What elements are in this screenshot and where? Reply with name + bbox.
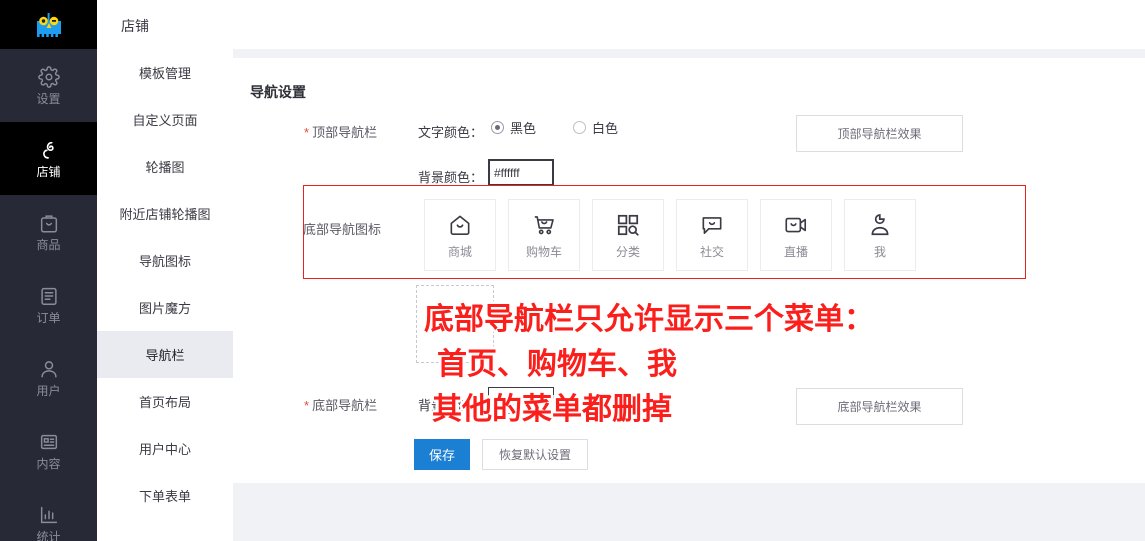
bottom-icons-row-label: 底部导航图标	[303, 222, 382, 237]
top-header: 店铺	[97, 0, 1145, 49]
sidebar-item-label: 统计	[36, 530, 61, 541]
settings-card: 导航设置 * 顶部导航栏 文字颜色： 黑色 白色 背景颜色： #ffffff 顶…	[233, 58, 1145, 483]
submenu-item-label: 首页布局	[138, 395, 191, 410]
radio-label: 白色	[592, 121, 619, 136]
submenu-item-label: 用户中心	[138, 442, 191, 457]
text-color-radio-group: 黑色 白色	[491, 118, 618, 137]
submenu-item-template-management[interactable]: 模板管理	[97, 49, 233, 96]
radio-white[interactable]: 白色	[573, 118, 618, 137]
submenu-item-nearby-shop-carousel[interactable]: 附近店铺轮播图	[97, 190, 233, 237]
icon-tile-live[interactable]: 直播	[760, 199, 832, 271]
sidebar-item-shop[interactable]: 店铺	[0, 122, 97, 195]
sidebar-item-label: 内容	[36, 457, 61, 471]
bottom-bg-color-input[interactable]	[488, 387, 554, 414]
app-logo[interactable]	[0, 0, 97, 49]
radio-label: 黑色	[510, 121, 537, 136]
bottom-nav-row-label: * 底部导航栏	[304, 398, 378, 413]
icon-tile-label: 分类	[615, 245, 640, 259]
submenu-item-image-cube[interactable]: 图片魔方	[97, 284, 233, 331]
icon-tile-category[interactable]: 分类	[592, 199, 664, 271]
top-bg-color-label: 背景颜色：	[418, 170, 484, 185]
clipboard-icon	[38, 285, 60, 307]
required-asterisk: *	[304, 398, 310, 413]
page-title: 店铺	[121, 18, 149, 34]
sidebar-item-content[interactable]: 内容	[0, 414, 97, 487]
bottom-icon-tiles: 商城 购物车 分类 社交 直播 我	[424, 199, 916, 271]
primary-sidebar: 设置 店铺 商品 订单 用户 内容 统计	[0, 0, 97, 541]
category-grid-icon	[617, 214, 639, 236]
submenu-item-label: 自定义页面	[132, 113, 198, 128]
user-icon	[38, 358, 60, 380]
submenu-item-label: 下单表单	[138, 489, 191, 504]
chat-bubble-icon	[702, 217, 722, 234]
owl-mascot-logo-icon	[36, 12, 61, 37]
radio-dot-icon	[573, 121, 587, 134]
submenu-item-carousel[interactable]: 轮播图	[97, 143, 233, 190]
icon-tile-label: 我	[873, 245, 886, 259]
submenu-item-nav-bar[interactable]: 导航栏	[97, 331, 233, 378]
icon-tile-label: 商城	[447, 245, 472, 259]
icon-tile-me[interactable]: 我	[844, 199, 916, 271]
submenu-item-label: 轮播图	[145, 160, 185, 175]
submenu-item-label: 模板管理	[138, 66, 191, 81]
article-icon	[38, 431, 60, 453]
sidebar-item-label: 设置	[36, 92, 61, 106]
secondary-sidebar: 模板管理 自定义页面 轮播图 附近店铺轮播图 导航图标 图片魔方 导航栏 首页布…	[97, 0, 233, 541]
gear-icon	[37, 66, 60, 88]
bottom-bg-color-label: 背景颜色：	[418, 398, 484, 413]
sidebar-item-settings[interactable]: 设置	[0, 49, 97, 122]
top-bg-color-input[interactable]	[488, 159, 554, 186]
top-nav-preview-button[interactable]: 顶部导航栏效果	[796, 115, 963, 152]
submenu-item-order-form[interactable]: 下单表单	[97, 472, 233, 519]
save-button[interactable]: 保存	[414, 439, 470, 470]
icon-tile-label: 直播	[783, 245, 808, 259]
submenu-item-custom-page[interactable]: 自定义页面	[97, 96, 233, 143]
app-root: 设置 店铺 商品 订单 用户 内容 统计 模板管理 自定义页面 轮播图 附近店铺…	[0, 0, 1145, 541]
shop-note-icon	[38, 139, 60, 161]
home-icon	[450, 215, 470, 236]
text-color-label: 文字颜色：	[418, 125, 484, 140]
bottom-nav-preview-button[interactable]: 底部导航栏效果	[796, 388, 963, 425]
submenu-item-home-layout[interactable]: 首页布局	[97, 378, 233, 425]
bag-icon	[38, 212, 60, 234]
sidebar-item-label: 订单	[36, 311, 61, 325]
icon-tile-cart[interactable]: 购物车	[508, 199, 580, 271]
sidebar-item-orders[interactable]: 订单	[0, 268, 97, 341]
video-camera-icon	[785, 217, 807, 233]
bar-chart-icon	[38, 504, 60, 526]
radio-dot-icon	[491, 121, 504, 134]
card-title: 导航设置	[250, 84, 306, 100]
radio-black[interactable]: 黑色	[491, 118, 536, 137]
icon-tile-label: 社交	[699, 245, 724, 259]
submenu-item-user-center[interactable]: 用户中心	[97, 425, 233, 472]
submenu-item-nav-icons[interactable]: 导航图标	[97, 237, 233, 284]
sidebar-item-products[interactable]: 商品	[0, 195, 97, 268]
submenu-item-label: 图片魔方	[138, 301, 191, 316]
sidebar-item-label: 店铺	[36, 165, 61, 179]
sidebar-item-statistics[interactable]: 统计	[0, 487, 97, 541]
top-nav-row-label: * 顶部导航栏	[304, 125, 378, 140]
person-icon	[871, 214, 889, 236]
submenu-item-label: 导航栏	[145, 348, 185, 363]
add-menu-placeholder[interactable]	[416, 285, 494, 363]
icon-tile-mall[interactable]: 商城	[424, 199, 496, 271]
reset-defaults-button[interactable]: 恢复默认设置	[482, 439, 588, 470]
required-asterisk: *	[304, 125, 310, 140]
icon-tile-label: 购物车	[525, 245, 562, 259]
sidebar-item-label: 商品	[36, 238, 61, 252]
icon-tile-social[interactable]: 社交	[676, 199, 748, 271]
sidebar-item-users[interactable]: 用户	[0, 341, 97, 414]
submenu-item-label: 导航图标	[138, 254, 191, 269]
sidebar-item-label: 用户	[36, 384, 61, 398]
content-area: 导航设置 * 顶部导航栏 文字颜色： 黑色 白色 背景颜色： #ffffff 顶…	[233, 49, 1145, 541]
shopping-cart-icon	[534, 216, 554, 235]
submenu-item-label: 附近店铺轮播图	[119, 207, 211, 222]
